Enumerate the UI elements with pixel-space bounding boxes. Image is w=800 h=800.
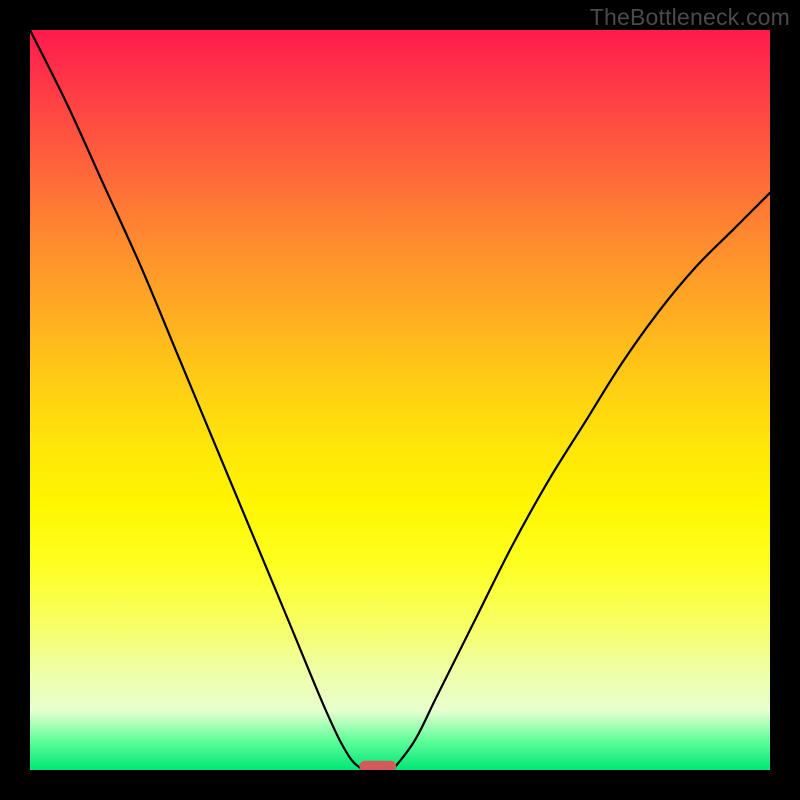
chart-frame: TheBottleneck.com [0,0,800,800]
min-marker [359,761,396,770]
series-left-curve [30,30,363,770]
plot-area [30,30,770,770]
markers-group [359,761,396,770]
series-right-curve [393,193,770,770]
curves-group [30,30,770,770]
watermark-text: TheBottleneck.com [590,4,790,31]
curve-layer [30,30,770,770]
